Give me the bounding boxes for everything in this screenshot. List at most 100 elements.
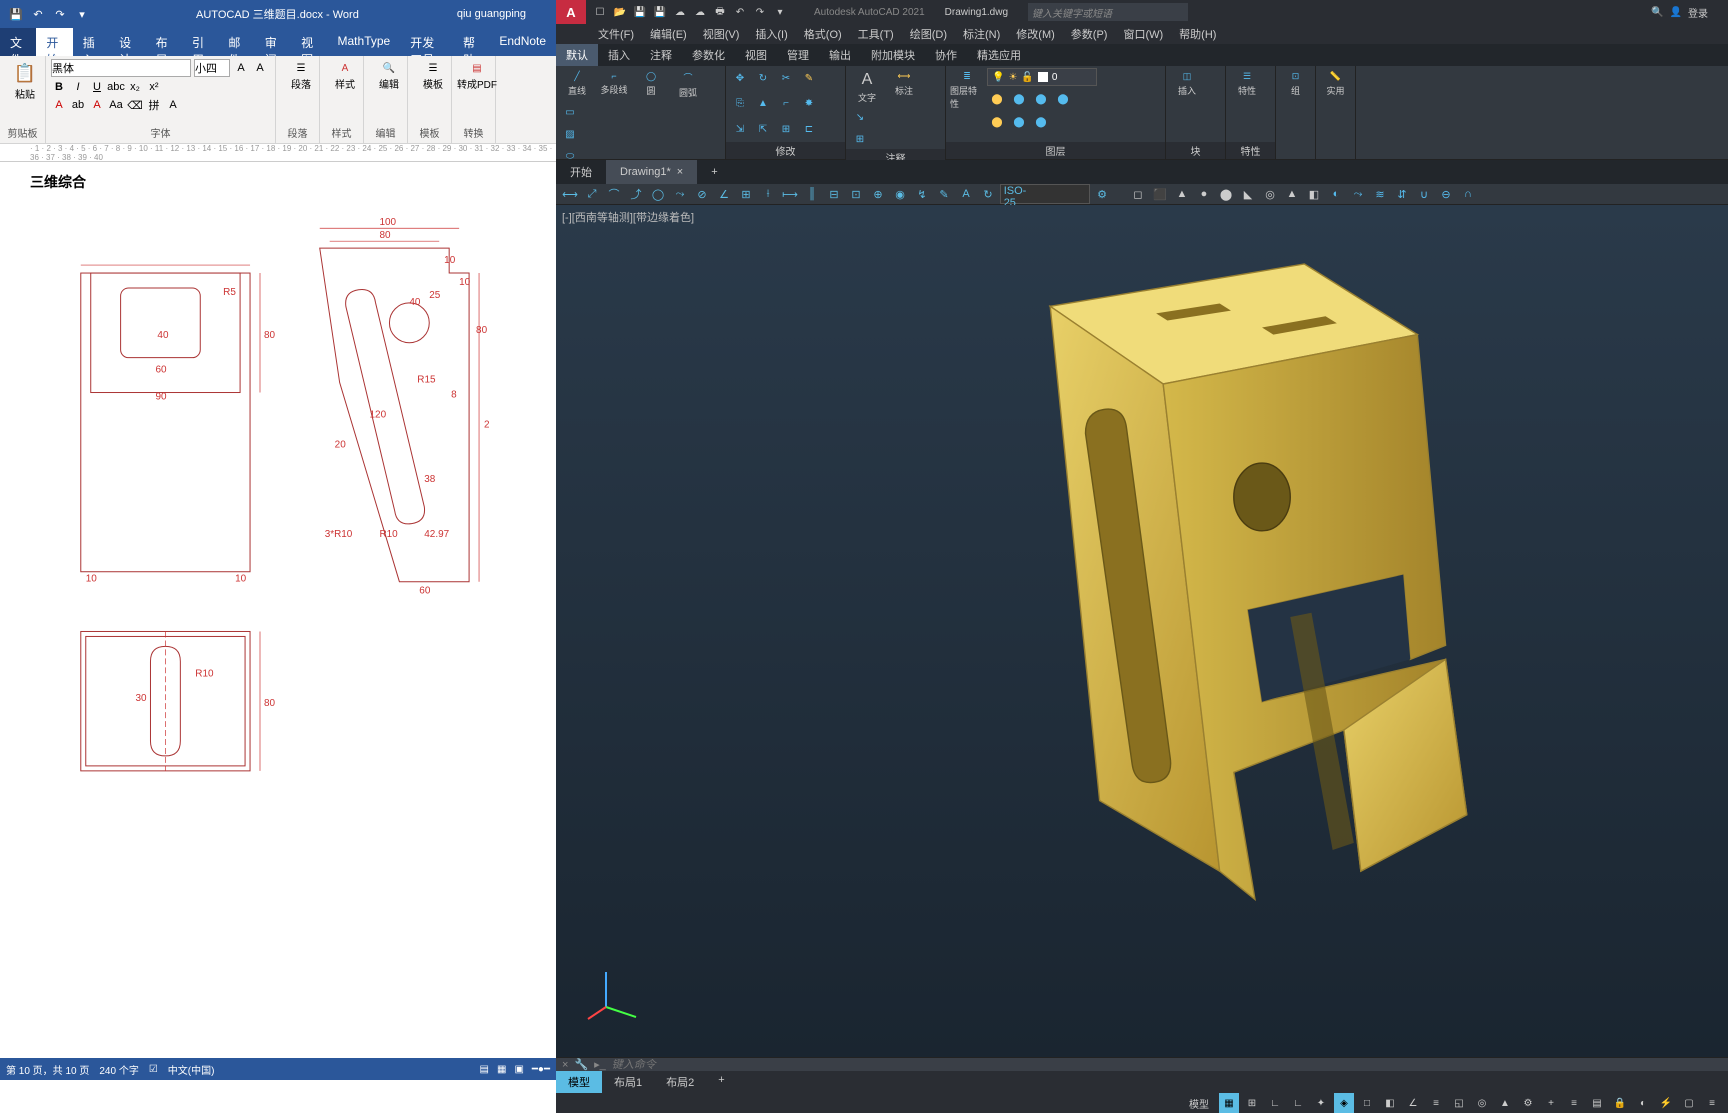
dim-ordinate-icon[interactable]: ⤴ (626, 184, 646, 204)
open-icon[interactable]: 📂 (612, 4, 628, 20)
tab-help[interactable]: 帮助 (453, 28, 489, 56)
dim-jogged-icon[interactable]: ⤳ (670, 184, 690, 204)
workspace-icon[interactable]: ⚙ (1518, 1093, 1538, 1113)
units-icon[interactable]: ≡ (1564, 1093, 1584, 1113)
undo-icon[interactable]: ↶ (732, 4, 748, 20)
layer-prev-icon[interactable]: ⬤ (1031, 112, 1051, 132)
ucs-icon[interactable] (586, 967, 646, 1027)
menu-draw[interactable]: 绘图(D) (902, 24, 955, 44)
redo-icon[interactable]: ↷ (52, 6, 68, 22)
solid-torus-icon[interactable]: ◎ (1260, 184, 1280, 204)
menu-view[interactable]: 视图(V) (695, 24, 748, 44)
solid-sphere-icon[interactable]: ● (1194, 184, 1214, 204)
transparency-icon[interactable]: ◱ (1449, 1093, 1469, 1113)
redo-icon[interactable]: ↷ (752, 4, 768, 20)
dim-arc-icon[interactable]: ⌒ (604, 184, 624, 204)
tab-view[interactable]: 视图 (291, 28, 327, 56)
zoom-slider[interactable]: ━●━ (532, 1064, 550, 1075)
lock-ui-icon[interactable]: 🔒 (1610, 1093, 1630, 1113)
tab-references[interactable]: 引用 (182, 28, 218, 56)
solid-cylinder-icon[interactable]: ⬤ (1216, 184, 1236, 204)
stretch-icon[interactable]: ⇲ (730, 119, 750, 139)
dimension-button[interactable]: ⟷标注 (887, 68, 921, 97)
dimstyle-selector[interactable]: ISO-25 (1000, 184, 1090, 204)
word-count[interactable]: 240 个字 (99, 1062, 138, 1077)
offset-icon[interactable]: ⊏ (799, 119, 819, 139)
styles-button[interactable]: A样式 (325, 59, 365, 91)
hatch-icon[interactable]: ▨ (560, 124, 580, 144)
dim-continue-icon[interactable]: ⟼ (780, 184, 800, 204)
menu-edit[interactable]: 编辑(E) (642, 24, 695, 44)
array-icon[interactable]: ⊞ (776, 119, 796, 139)
ortho-toggle-icon[interactable]: ∟ (1288, 1093, 1308, 1113)
solid-loft-icon[interactable]: ≋ (1370, 184, 1390, 204)
doctab-drawing1[interactable]: Drawing1* × (606, 160, 697, 184)
acad-login-area[interactable]: 🔍 👤 登录 (1651, 5, 1728, 20)
utilities-button[interactable]: 📏实用 (1320, 68, 1351, 97)
hardware-accel-icon[interactable]: ⚡ (1656, 1093, 1676, 1113)
solid-polysolid-icon[interactable]: ◧ (1304, 184, 1324, 204)
ribtab-featured[interactable]: 精选应用 (967, 44, 1031, 66)
polyline-button[interactable]: ⌐多段线 (597, 68, 631, 96)
save-icon[interactable]: 💾 (632, 4, 648, 20)
char-border-icon[interactable]: A (165, 97, 181, 113)
tab-insert[interactable]: 插入 (73, 28, 109, 56)
page-indicator[interactable]: 第 10 页，共 10 页 (6, 1062, 89, 1077)
rectangle-icon[interactable]: ▭ (560, 102, 580, 122)
isolate-icon[interactable]: ◐ (1633, 1093, 1653, 1113)
new-icon[interactable]: ☐ (592, 4, 608, 20)
quick-props-icon[interactable]: ▤ (1587, 1093, 1607, 1113)
undo-icon[interactable]: ↶ (30, 6, 46, 22)
solid-sweep-icon[interactable]: ⤳ (1348, 184, 1368, 204)
ribtab-annotate[interactable]: 注释 (640, 44, 682, 66)
solid-pyramid-icon[interactable]: ▲ (1282, 184, 1302, 204)
read-mode-icon[interactable]: ▤ (480, 1064, 489, 1075)
infer-constraints-icon[interactable]: ∟ (1265, 1093, 1285, 1113)
insert-block-button[interactable]: ◫插入 (1170, 68, 1204, 97)
osnap-toggle-icon[interactable]: □ (1357, 1093, 1377, 1113)
ribtab-output[interactable]: 输出 (819, 44, 861, 66)
tab-review[interactable]: 审阅 (255, 28, 291, 56)
center-mark-icon[interactable]: ⊕ (868, 184, 888, 204)
table-icon[interactable]: ⊞ (850, 129, 870, 149)
strike-button[interactable]: abc (108, 79, 124, 95)
layout-2[interactable]: 布局2 (654, 1071, 706, 1093)
acad-search-box[interactable]: 键入关键字或短语 (1028, 3, 1188, 21)
solid-revolve-icon[interactable]: ◐ (1326, 184, 1346, 204)
dim-quick-icon[interactable]: ⊞ (736, 184, 756, 204)
solid-union-icon[interactable]: ∪ (1414, 184, 1434, 204)
cycling-icon[interactable]: ◎ (1472, 1093, 1492, 1113)
paste-button[interactable]: 📋 粘贴 (5, 59, 45, 101)
layer-freeze-icon[interactable]: ⬤ (1009, 89, 1029, 109)
web-layout-icon[interactable]: ▣ (514, 1064, 523, 1075)
line-button[interactable]: ╱直线 (560, 68, 594, 97)
solid-extrude-icon[interactable]: ⬛ (1150, 184, 1170, 204)
circle-button[interactable]: ◯圆 (634, 68, 668, 97)
arc-button[interactable]: ⌒圆弧 (671, 68, 705, 99)
spell-check-icon[interactable]: ☑ (149, 1064, 158, 1075)
explode-icon[interactable]: ✸ (799, 94, 819, 114)
template-button[interactable]: ☰模板 (413, 59, 453, 91)
italic-button[interactable]: I (70, 79, 86, 95)
bold-button[interactable]: B (51, 79, 67, 95)
dim-baseline-icon[interactable]: ⟊ (758, 184, 778, 204)
plot-icon[interactable]: 🖶 (712, 4, 728, 20)
polar-toggle-icon[interactable]: ✦ (1311, 1093, 1331, 1113)
underline-button[interactable]: U (89, 79, 105, 95)
dim-angular-icon[interactable]: ∠ (714, 184, 734, 204)
menu-tools[interactable]: 工具(T) (850, 24, 902, 44)
move-icon[interactable]: ✥ (730, 68, 750, 88)
annotation-monitor-icon[interactable]: + (1541, 1093, 1561, 1113)
layer-match-icon[interactable]: ⬤ (1053, 89, 1073, 109)
acad-logo[interactable]: A (556, 0, 586, 24)
dim-radius-icon[interactable]: ◯ (648, 184, 668, 204)
dim-aligned-icon[interactable]: ⤢ (582, 184, 602, 204)
jog-line-icon[interactable]: ↯ (912, 184, 932, 204)
solid-cone-icon[interactable]: ▲ (1172, 184, 1192, 204)
model-space-toggle[interactable]: 模型 (1182, 1093, 1216, 1113)
text-button[interactable]: A文字 (850, 68, 884, 104)
word-ruler[interactable]: · 1 · 2 · 3 · 4 · 5 · 6 · 7 · 8 · 9 · 10… (0, 144, 556, 162)
customize-status-icon[interactable]: ≡ (1702, 1093, 1722, 1113)
menu-modify[interactable]: 修改(M) (1008, 24, 1063, 44)
layer-uniso-icon[interactable]: ⬤ (1009, 112, 1029, 132)
